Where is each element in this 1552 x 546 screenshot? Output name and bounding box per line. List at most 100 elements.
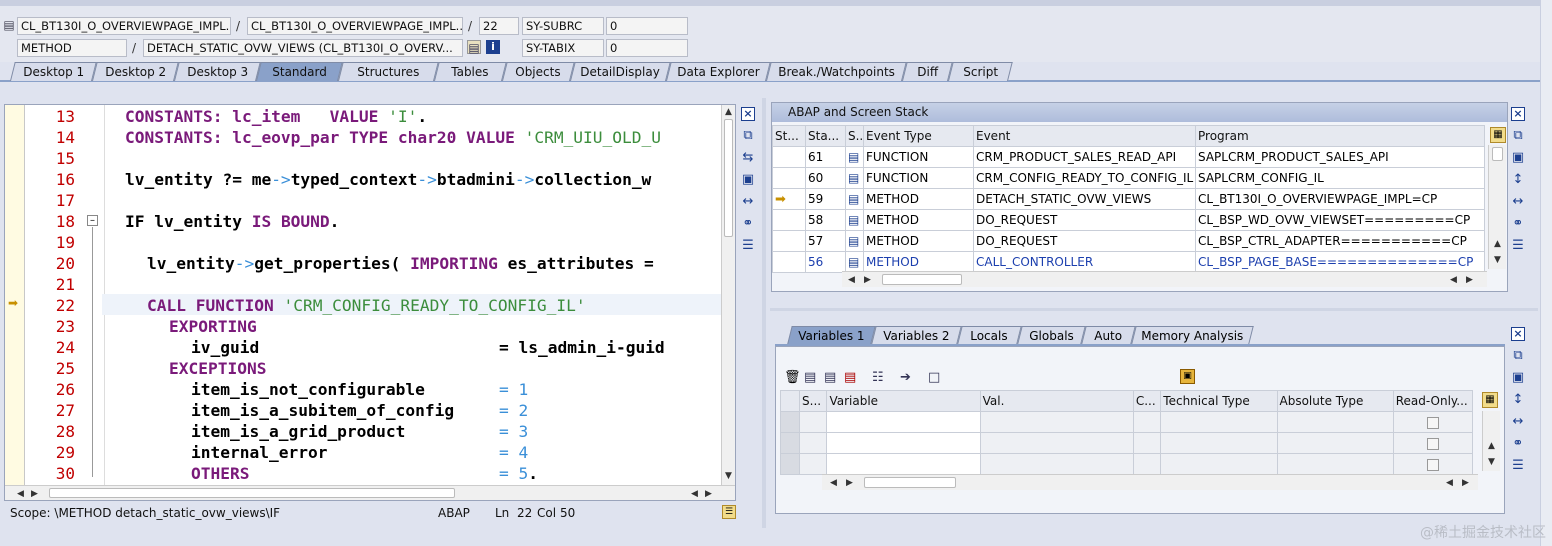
tab-data-explorer[interactable]: Data Explorer (666, 62, 771, 81)
scroll-right-icon[interactable]: ▶ (1466, 275, 1473, 285)
column-header[interactable]: Technical Type (1160, 390, 1278, 412)
close-icon[interactable]: × (741, 107, 755, 121)
scroll-down-icon[interactable]: ▼ (725, 471, 732, 481)
tab-auto[interactable]: Auto (1081, 326, 1136, 345)
scroll-right-icon[interactable]: ▶ (864, 275, 871, 285)
vertical-resize-icon[interactable]: ↕ (1510, 392, 1526, 408)
scroll-down-icon[interactable]: ▼ (1494, 255, 1501, 265)
sysvar-value-1[interactable]: 0 (606, 17, 688, 35)
row-selector[interactable] (779, 453, 801, 475)
line-field[interactable]: 22 (479, 17, 519, 35)
swap-icon[interactable]: ⇆ (740, 150, 756, 166)
tab-locals[interactable]: Locals (957, 326, 1022, 345)
fold-collapse-icon[interactable]: – (87, 215, 98, 226)
sysvar-name-1[interactable]: SY-SUBRC (522, 17, 604, 35)
export-icon[interactable]: ▤ (824, 370, 836, 385)
source-icon[interactable]: ▤ (467, 40, 481, 55)
tab-diff[interactable]: Diff (902, 62, 953, 81)
close-icon[interactable]: × (1511, 107, 1525, 121)
scroll-down-icon[interactable]: ▼ (1488, 457, 1495, 467)
save-icon[interactable]: ▣ (1180, 369, 1195, 384)
tab-structures[interactable]: Structures (338, 62, 439, 81)
tab-detaildisplay[interactable]: DetailDisplay (570, 62, 671, 81)
editor-horizontal-scrollbar[interactable]: ◀ ▶ ◀ ▶ (5, 485, 735, 500)
scroll-right-icon[interactable]: ▶ (705, 489, 712, 499)
scroll-thumb[interactable] (49, 488, 455, 498)
resize-icon[interactable]: ↔ (1510, 194, 1526, 210)
tab-variables-1[interactable]: Variables 1 (787, 326, 876, 345)
scroll-left-icon[interactable]: ◀ (17, 489, 24, 499)
row-selector[interactable] (779, 411, 801, 433)
event-type-field[interactable]: METHOD (17, 39, 127, 57)
stack-horizontal-scrollbar[interactable]: ◀ ▶ ◀ ▶ (842, 271, 1487, 287)
settings-icon[interactable]: ☰ (1510, 238, 1526, 254)
maximize-icon[interactable]: ▣ (740, 172, 756, 188)
stack-vertical-scrollbar[interactable]: ▲ ▼ (1488, 145, 1506, 269)
column-header[interactable]: Val. (979, 390, 1134, 412)
column-header[interactable]: C... (1132, 390, 1162, 412)
table-row[interactable]: 58 ▤ METHOD DO_REQUEST CL_BSP_WD_OVW_VIE… (772, 209, 1485, 231)
read-only-checkbox[interactable] (1392, 411, 1474, 433)
column-header[interactable]: Event Type (863, 125, 974, 147)
tab-objects[interactable]: Objects (502, 62, 575, 81)
notes-icon[interactable]: ☰ (722, 505, 736, 519)
vertical-resize-icon[interactable]: ↕ (1510, 172, 1526, 188)
resize-icon[interactable]: ↔ (1510, 414, 1526, 430)
info-icon[interactable]: i (486, 40, 500, 54)
tree-icon[interactable]: ☷ (872, 370, 884, 385)
tab-standard[interactable]: Standard (256, 62, 343, 81)
scroll-right-icon[interactable]: ▶ (1462, 478, 1469, 488)
tab-desktop-3[interactable]: Desktop 3 (174, 62, 261, 81)
editor-vertical-scrollbar[interactable]: ▲ ▼ (721, 105, 735, 485)
column-config-icon[interactable]: ▦ (1490, 127, 1506, 143)
scroll-left-icon[interactable]: ◀ (1450, 275, 1457, 285)
headset-icon[interactable]: ⚭ (740, 216, 756, 232)
tab-variables-2[interactable]: Variables 2 (871, 326, 962, 345)
column-header[interactable]: S... (799, 390, 828, 412)
tab-script[interactable]: Script (948, 62, 1013, 81)
column-header[interactable]: Event (973, 125, 1196, 147)
sysvar-value-2[interactable]: 0 (606, 39, 688, 57)
scroll-right-icon[interactable]: ▶ (846, 478, 853, 488)
scroll-thumb[interactable] (724, 119, 733, 237)
scroll-up-icon[interactable]: ▲ (725, 107, 732, 117)
column-header[interactable]: St... (772, 125, 806, 147)
maximize-icon[interactable]: ▣ (1510, 150, 1526, 166)
read-only-checkbox[interactable] (1392, 432, 1474, 454)
column-header[interactable]: Program (1195, 125, 1485, 147)
column-header[interactable]: Variable (826, 390, 981, 412)
class-field-1[interactable]: CL_BT130I_O_OVERVIEWPAGE_IMPL... (17, 17, 231, 35)
headset-icon[interactable]: ⚭ (1510, 216, 1526, 232)
table-row[interactable] (779, 432, 1474, 454)
scroll-thumb[interactable] (864, 477, 956, 488)
variables-vertical-scrollbar[interactable]: ▲ ▼ (1482, 411, 1500, 471)
tab-tables[interactable]: Tables (434, 62, 507, 81)
headset-icon[interactable]: ⚭ (1510, 436, 1526, 452)
settings-icon[interactable]: ☰ (740, 238, 756, 254)
table-row[interactable] (779, 411, 1474, 433)
row-selector[interactable] (779, 432, 801, 454)
column-header[interactable]: Sta... (805, 125, 846, 147)
new-window-icon[interactable]: ⧉ (1510, 348, 1526, 364)
method-field[interactable]: DETACH_STATIC_OVW_VIEWS (CL_BT130I_O_OVE… (143, 39, 463, 57)
scroll-thumb[interactable] (1492, 147, 1503, 161)
folder-icon[interactable]: □ (928, 370, 940, 385)
tab-desktop-2[interactable]: Desktop 2 (92, 62, 179, 81)
import-icon[interactable]: ▤ (804, 370, 816, 385)
table-row[interactable]: 56 ▤ METHOD CALL_CONTROLLER CL_BSP_PAGE_… (772, 251, 1485, 273)
tab-memory-analysis[interactable]: Memory Analysis (1131, 326, 1254, 345)
new-window-icon[interactable]: ⧉ (1510, 128, 1526, 144)
table-row[interactable]: 57 ▤ METHOD DO_REQUEST CL_BSP_CTRL_ADAPT… (772, 230, 1485, 252)
tab-globals[interactable]: Globals (1017, 326, 1086, 345)
scroll-left-icon[interactable]: ◀ (848, 275, 855, 285)
scroll-up-icon[interactable]: ▲ (1494, 239, 1501, 249)
scroll-left-icon[interactable]: ◀ (830, 478, 837, 488)
tab-breakpoints[interactable]: Break./Watchpoints (766, 62, 907, 81)
variables-horizontal-scrollbar[interactable]: ◀ ▶ ◀ ▶ (822, 474, 1478, 490)
maximize-icon[interactable]: ▣ (1510, 370, 1526, 386)
scroll-up-icon[interactable]: ▲ (1488, 441, 1495, 451)
move-icon[interactable]: ➔ (900, 370, 911, 385)
sysvar-name-2[interactable]: SY-TABIX (522, 39, 604, 57)
scroll-left-icon[interactable]: ◀ (1446, 478, 1453, 488)
scroll-left-icon[interactable]: ◀ (691, 489, 698, 499)
